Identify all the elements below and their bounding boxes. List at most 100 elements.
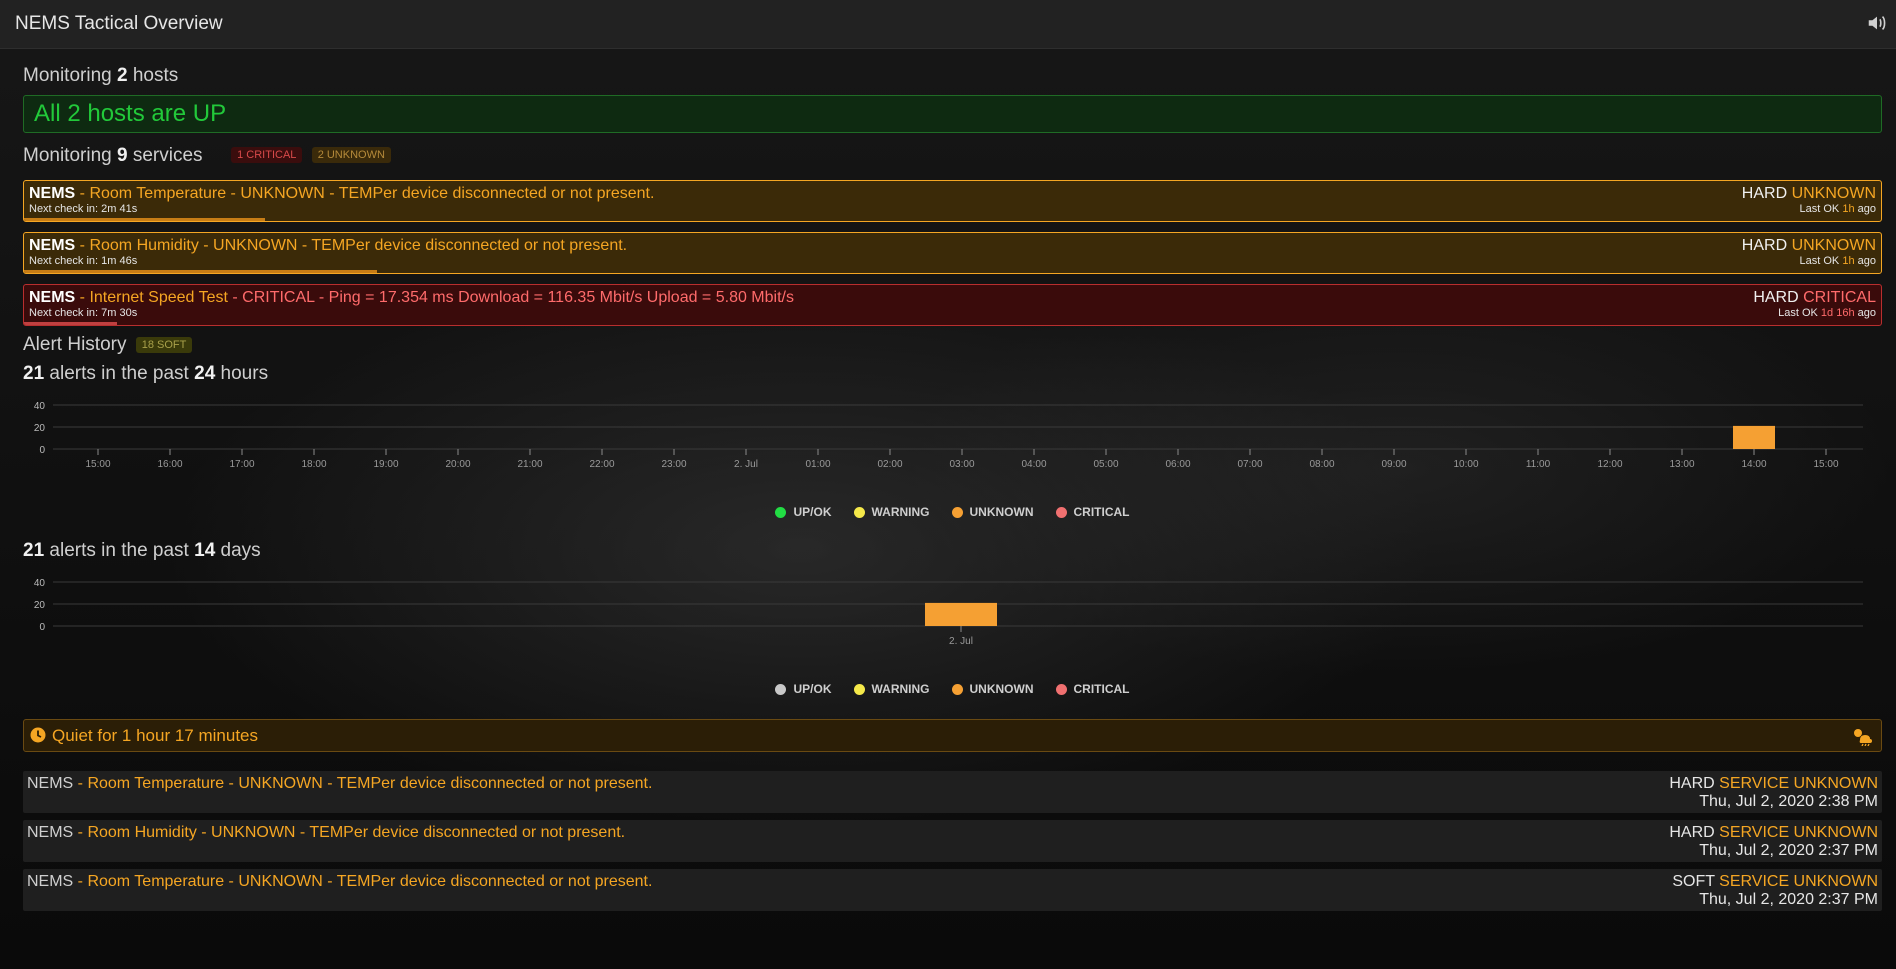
legend-warning-dot — [853, 683, 865, 695]
legend-item-critical[interactable]: CRITICAL — [1055, 505, 1130, 519]
chart24-heading: 21 alerts in the past 24 hours — [23, 363, 269, 384]
legend-item-warning[interactable]: WARNING — [853, 682, 930, 696]
history-row[interactable]: NEMS - Room Temperature - UNKNOWN - TEMP… — [23, 869, 1882, 911]
critical-count-badge: 1 CRITICAL — [231, 147, 303, 163]
volume-icon[interactable] — [1866, 12, 1888, 34]
x-tick-label: 06:00 — [1165, 459, 1190, 470]
hosts-status-banner: All 2 hosts are UP — [23, 95, 1882, 133]
chart-24h-svg: 0 20 40 15:00 16:00 17:00 18:00 19:00 20:00 21:00… — [34, 401, 1863, 470]
alert-history-heading: Alert History 18 SOFT — [23, 334, 1882, 356]
x-tick-label: 21:00 — [517, 459, 542, 470]
legend-item-up[interactable]: UP/OK — [775, 505, 832, 519]
y-tick-label: 20 — [34, 423, 46, 434]
chart-24h: 0 20 40 15:00 16:00 17:00 18:00 19:00 20:00 21:00… — [23, 385, 1882, 519]
x-tick-label: 01:00 — [805, 459, 830, 470]
x-tick-label: 12:00 — [1597, 459, 1622, 470]
soft-count-badge: 18 SOFT — [135, 337, 193, 353]
unknown-count-badge: 2 UNKNOWN — [311, 147, 391, 163]
y-tick-label: 40 — [34, 401, 46, 412]
next-check: Next check in: 2m 41s — [29, 203, 138, 215]
service-description: Room Temperature - UNKNOWN - TEMPer devi… — [89, 185, 655, 202]
history-row[interactable]: NEMS - Room Temperature - UNKNOWN - TEMP… — [23, 771, 1882, 813]
legend-item-warning[interactable]: WARNING — [853, 505, 930, 519]
x-tick-label: 02:00 — [877, 459, 902, 470]
y-tick-label: 0 — [39, 622, 45, 633]
x-tick-label: 15:00 — [85, 459, 110, 470]
next-check: Next check in: 7m 30s — [29, 307, 138, 319]
chart-14d-svg: 0 20 40 2. Jul — [34, 578, 1863, 647]
x-tick-label: 04:00 — [1021, 459, 1046, 470]
check-progress-bar — [24, 270, 377, 273]
service-row[interactable]: NEMS - Internet Speed Test - CRITICAL - … — [23, 284, 1882, 326]
chart14-heading: 21 alerts in the past 14 days — [23, 540, 261, 561]
x-tick-label: 11:00 — [1526, 459, 1551, 470]
legend-critical-dot — [1055, 683, 1067, 695]
app-title: NEMS Tactical Overview — [15, 13, 223, 34]
x-tick-label: 05:00 — [1093, 459, 1118, 470]
x-tick-label: 2. Jul — [949, 636, 973, 647]
alert-history-list: NEMS - Room Temperature - UNKNOWN - TEMP… — [23, 771, 1882, 911]
history-state: SERVICE UNKNOWN — [1719, 775, 1878, 792]
x-tick-label: 03:00 — [949, 459, 974, 470]
service-state: UNKNOWN — [1791, 185, 1876, 202]
service-row[interactable]: NEMS - Room Humidity - UNKNOWN - TEMPer … — [23, 232, 1882, 274]
bar-unknown[interactable] — [925, 602, 997, 626]
legend-item-up[interactable]: UP/OK — [775, 682, 832, 696]
service-problems-list: NEMS - Room Temperature - UNKNOWN - TEMP… — [23, 180, 1882, 326]
x-tick-label: 13:00 — [1669, 459, 1694, 470]
history-row[interactable]: NEMS - Room Humidity - UNKNOWN - TEMPer … — [23, 820, 1882, 862]
y-tick-label: 0 — [39, 445, 45, 456]
hosts-heading: Monitoring 2 hosts — [23, 65, 179, 86]
y-tick-label: 40 — [34, 578, 46, 589]
history-time: Thu, Jul 2, 2020 2:38 PM — [1699, 793, 1878, 810]
next-check: Next check in: 1m 46s — [29, 255, 138, 267]
x-tick-label: 08:00 — [1309, 459, 1334, 470]
history-time: Thu, Jul 2, 2020 2:37 PM — [1699, 842, 1878, 859]
history-state: SERVICE UNKNOWN — [1719, 824, 1878, 841]
service-state: UNKNOWN — [1791, 237, 1876, 254]
x-tick-label: 15:00 — [1813, 459, 1838, 470]
chart-24h-legend: UP/OK WARNING UNKNOWN CRITICAL — [23, 505, 1882, 519]
history-description: Room Temperature - UNKNOWN - TEMPer devi… — [87, 873, 653, 890]
legend-unknown-dot — [951, 506, 963, 518]
legend-up-dot — [775, 506, 787, 518]
chart-14d-legend: UP/OK WARNING UNKNOWN CRITICAL — [23, 682, 1882, 696]
legend-warning-dot — [853, 506, 865, 518]
x-tick-label: 22:00 — [589, 459, 614, 470]
x-tick-label: 16:00 — [157, 459, 182, 470]
top-bar: NEMS Tactical Overview — [0, 0, 1896, 49]
legend-unknown-dot — [951, 683, 963, 695]
y-tick-label: 20 — [34, 600, 46, 611]
service-state: CRITICAL — [1803, 289, 1876, 306]
x-tick-label: 09:00 — [1381, 459, 1406, 470]
legend-up-dot — [775, 683, 787, 695]
x-tick-label: 19:00 — [373, 459, 398, 470]
legend-item-unknown[interactable]: UNKNOWN — [951, 682, 1034, 696]
legend-critical-dot — [1055, 506, 1067, 518]
check-progress-bar — [24, 322, 117, 325]
quiet-banner: Quiet for 1 hour 17 minutes — [23, 719, 1882, 752]
x-tick-label: 10:00 — [1453, 459, 1478, 470]
x-tick-label: 07:00 — [1237, 459, 1262, 470]
check-progress-bar — [24, 218, 266, 221]
history-description: Room Humidity - UNKNOWN - TEMPer device … — [87, 824, 626, 841]
x-tick-label: 23:00 — [661, 459, 686, 470]
services-heading: Monitoring 9 services 1 CRITICAL 2 UNKNO… — [23, 145, 1882, 167]
service-description: - CRITICAL - Ping = 17.354 ms Download =… — [227, 289, 794, 306]
x-tick-label: 14:00 — [1741, 459, 1766, 470]
service-row[interactable]: NEMS - Room Temperature - UNKNOWN - TEMP… — [23, 180, 1882, 222]
quiet-text: Quiet for 1 hour 17 minutes — [52, 726, 259, 745]
x-tick-label: 2. Jul — [734, 459, 758, 470]
history-state: SERVICE UNKNOWN — [1719, 873, 1878, 890]
x-tick-label: 18:00 — [301, 459, 326, 470]
service-description: Room Humidity - UNKNOWN - TEMPer device … — [89, 237, 628, 254]
bar-unknown[interactable] — [1733, 425, 1775, 449]
main-content: Monitoring 2 hosts All 2 hosts are UP Mo… — [23, 48, 1882, 918]
legend-item-unknown[interactable]: UNKNOWN — [951, 505, 1034, 519]
x-tick-label: 20:00 — [445, 459, 470, 470]
legend-item-critical[interactable]: CRITICAL — [1055, 682, 1130, 696]
history-description: Room Temperature - UNKNOWN - TEMPer devi… — [87, 775, 653, 792]
history-time: Thu, Jul 2, 2020 2:37 PM — [1699, 891, 1878, 908]
chart-14d: 0 20 40 2. Jul UP/OK WARNING UNKNOWN CRITIC… — [23, 562, 1882, 696]
weather-icon — [1854, 729, 1872, 746]
